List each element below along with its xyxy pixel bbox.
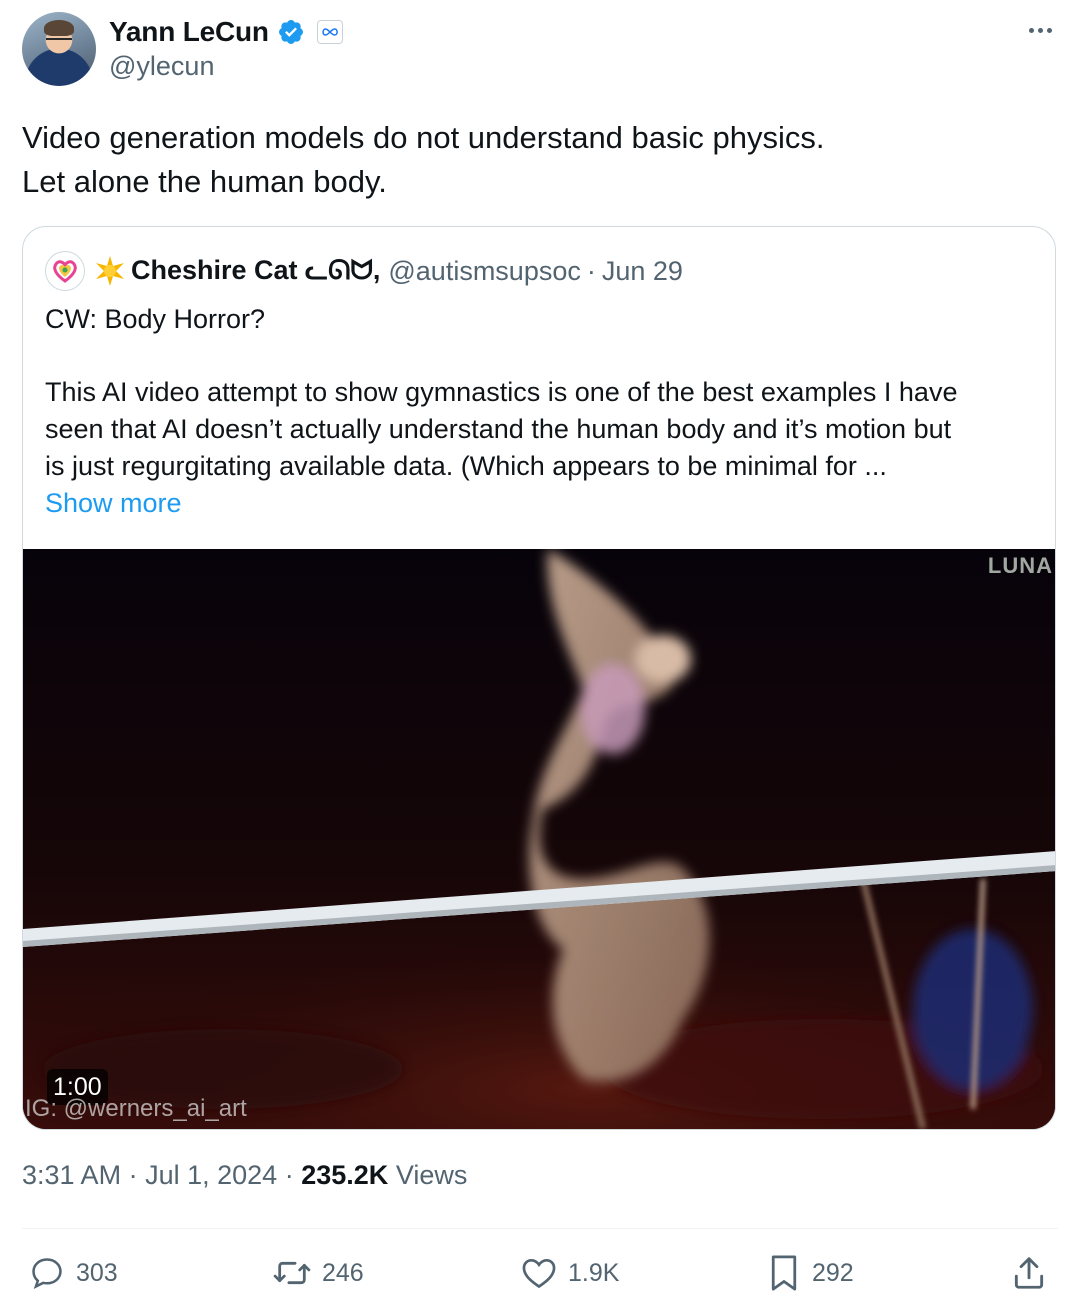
tweet-date[interactable]: Jul 1, 2024 [145,1160,277,1190]
bookmark-count: 292 [812,1258,854,1287]
quoted-tweet-card[interactable]: Cheshire Cat ᓚᘏᗢ, @autismsupsoc · Jun 29… [22,226,1056,1130]
meta-affiliation-icon[interactable] [316,20,343,44]
quoted-text-line: is just regurgitating available data. (W… [45,451,887,481]
like-button[interactable]: 1.9K [520,1248,619,1298]
repost-icon [273,1261,311,1285]
views-label: Views [395,1160,468,1190]
repost-button[interactable]: 246 [272,1248,364,1298]
tweet-text-line: Let alone the human body. [22,164,387,199]
reply-button[interactable]: 303 [28,1248,118,1298]
broadcast-logo: LUNA [987,553,1053,578]
share-icon [1014,1257,1044,1289]
views-count: 235.2K [301,1160,389,1190]
video-watermark: IG: @werners_ai_art [25,1095,247,1122]
author-display-name[interactable]: Yann LeCun [109,16,269,48]
tweet-text: Video generation models do not understan… [22,116,1052,204]
reply-count: 303 [76,1258,118,1287]
divider [22,1228,1058,1229]
quoted-text-line: This AI video attempt to show gymnastics… [45,377,958,407]
tweet-time[interactable]: 3:31 AM [22,1160,121,1190]
quoted-tweet-text: CW: Body Horror? This AI video attempt t… [45,301,1035,522]
share-button[interactable] [1010,1248,1048,1298]
quoted-text-line: seen that AI doesn’t actually understand… [45,414,952,444]
like-count: 1.9K [568,1258,620,1287]
quoted-text-first-line: CW: Body Horror? [45,304,266,334]
author-avatar[interactable] [22,12,96,86]
bookmark-icon [771,1255,797,1291]
reply-icon [32,1258,62,1289]
quoted-author-display-name[interactable]: Cheshire Cat ᓚᘏᗢ, [131,255,380,287]
video-frame [23,549,1055,1129]
quoted-tweet-header: Cheshire Cat ᓚᘏᗢ, @autismsupsoc · Jun 29 [45,251,683,291]
star-emoji-icon [93,254,127,288]
verified-badge-icon[interactable] [277,18,305,46]
more-options-icon[interactable] [1022,18,1058,42]
quoted-author-avatar[interactable] [45,251,85,291]
repost-count: 246 [322,1258,364,1287]
video-player[interactable]: LUNA 1:00 IG: @werners_ai_art [23,549,1055,1129]
author-handle[interactable]: @ylecun [109,51,214,82]
tweet-meta: 3:31 AM · Jul 1, 2024 · 235.2K Views [22,1160,467,1191]
heart-icon [522,1258,556,1289]
tweet: Yann LeCun @ylecun Video generation mode… [0,0,1080,1301]
quoted-tweet-date[interactable]: Jun 29 [602,256,683,287]
bookmark-button[interactable]: 292 [766,1248,854,1298]
author-name-row: Yann LeCun [109,14,343,50]
quoted-author-handle[interactable]: @autismsupsoc [388,256,580,287]
action-bar: 303 246 1.9K 292 [0,1248,1080,1298]
show-more-link[interactable]: Show more [45,485,1035,522]
tweet-text-line: Video generation models do not understan… [22,120,825,155]
separator-dot: · [284,1160,294,1190]
separator-dot: · [128,1160,138,1190]
separator-dot: · [586,255,596,286]
